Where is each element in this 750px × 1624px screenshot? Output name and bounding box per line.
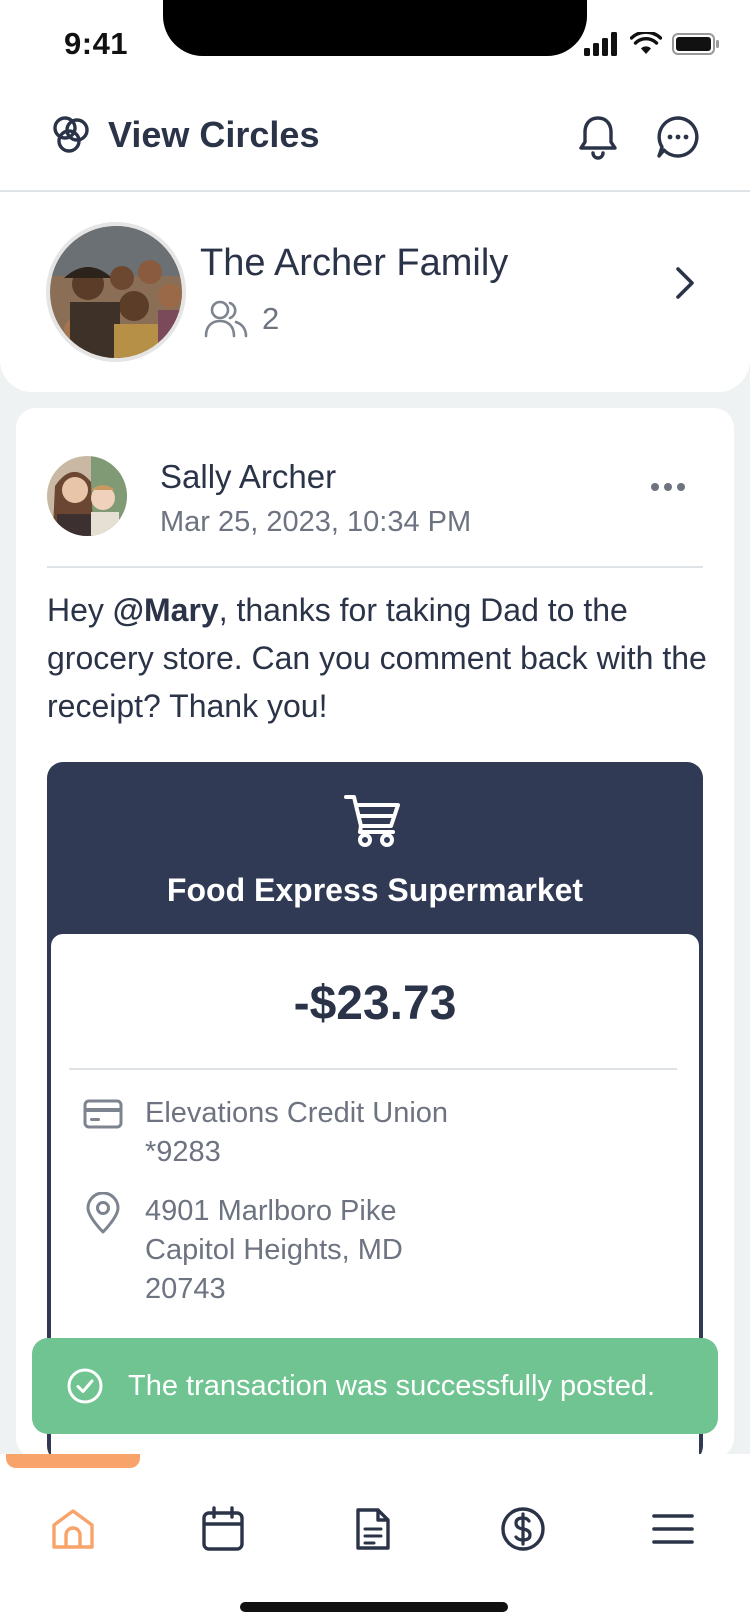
author-name[interactable]: Sally Archer [160, 458, 336, 496]
shopping-cart-icon [343, 792, 403, 853]
details-divider [69, 1068, 677, 1070]
check-circle-icon [67, 1368, 103, 1404]
battery-icon [672, 33, 719, 55]
account-number: *9283 [145, 1136, 221, 1168]
transaction-amount: -$23.73 [293, 977, 457, 1030]
circle-card[interactable]: The Archer Family 2 [0, 192, 750, 392]
location-pin-icon [86, 1192, 120, 1234]
bell-icon [579, 116, 617, 160]
view-circles-label: View Circles [108, 114, 320, 155]
more-horizontal-icon [651, 483, 685, 491]
nav-home[interactable] [38, 1494, 108, 1564]
menu-icon [652, 1514, 694, 1544]
chat-icon [657, 116, 699, 158]
post-options-button[interactable] [650, 480, 686, 498]
toast-message: The transaction was successfully posted. [128, 1369, 656, 1402]
view-circles-button[interactable]: View Circles [50, 114, 319, 156]
members-icon [204, 300, 248, 338]
member-count: 2 [262, 301, 280, 336]
nav-documents[interactable] [338, 1494, 408, 1564]
post-card: Sally Archer Mar 25, 2023, 10:34 PM Hey … [16, 408, 734, 1458]
post-timestamp: Mar 25, 2023, 10:34 PM [160, 506, 472, 538]
wifi-icon [630, 32, 662, 54]
home-indicator [240, 1602, 508, 1612]
family-avatar [46, 222, 186, 362]
user-mention[interactable]: @Mary [113, 592, 219, 628]
nav-finances[interactable] [488, 1494, 558, 1564]
account-name: Elevations Credit Union [145, 1097, 449, 1129]
circles-icon [53, 116, 89, 153]
notifications-button[interactable] [574, 110, 622, 164]
app-header: View Circles [0, 90, 750, 192]
home-icon [52, 1509, 94, 1549]
device-notch [163, 0, 587, 56]
status-time: 9:41 [64, 26, 129, 61]
merchant-name: Food Express Supermarket [166, 872, 584, 908]
messages-button[interactable] [654, 110, 702, 164]
post-body: Hey @Mary, thanks for taking Dad to the … [47, 586, 707, 730]
author-avatar[interactable] [47, 456, 127, 536]
dollar-icon [501, 1507, 545, 1551]
address-zip: 20743 [145, 1273, 226, 1305]
status-icons [584, 32, 720, 56]
post-text-prefix: Hey [47, 592, 113, 628]
circle-name: The Archer Family [200, 242, 509, 284]
address-city: Capitol Heights, MD [145, 1234, 403, 1266]
circle-members: 2 [204, 300, 279, 338]
nav-active-indicator [6, 1454, 140, 1468]
post-divider [47, 566, 703, 568]
success-toast[interactable]: The transaction was successfully posted. [32, 1338, 718, 1434]
bottom-nav [0, 1454, 750, 1624]
credit-card-icon [83, 1099, 123, 1129]
status-bar: 9:41 [0, 0, 750, 90]
nav-calendar[interactable] [188, 1494, 258, 1564]
chevron-right-icon[interactable] [674, 266, 696, 305]
document-icon [356, 1508, 390, 1550]
address-street: 4901 Marlboro Pike [145, 1195, 397, 1227]
location-row: 4901 Marlboro Pike Capitol Heights, MD 2… [83, 1192, 403, 1309]
signal-icon [584, 32, 617, 56]
nav-menu[interactable] [638, 1494, 708, 1564]
calendar-icon [202, 1506, 244, 1551]
account-row: Elevations Credit Union *9283 [83, 1094, 448, 1172]
